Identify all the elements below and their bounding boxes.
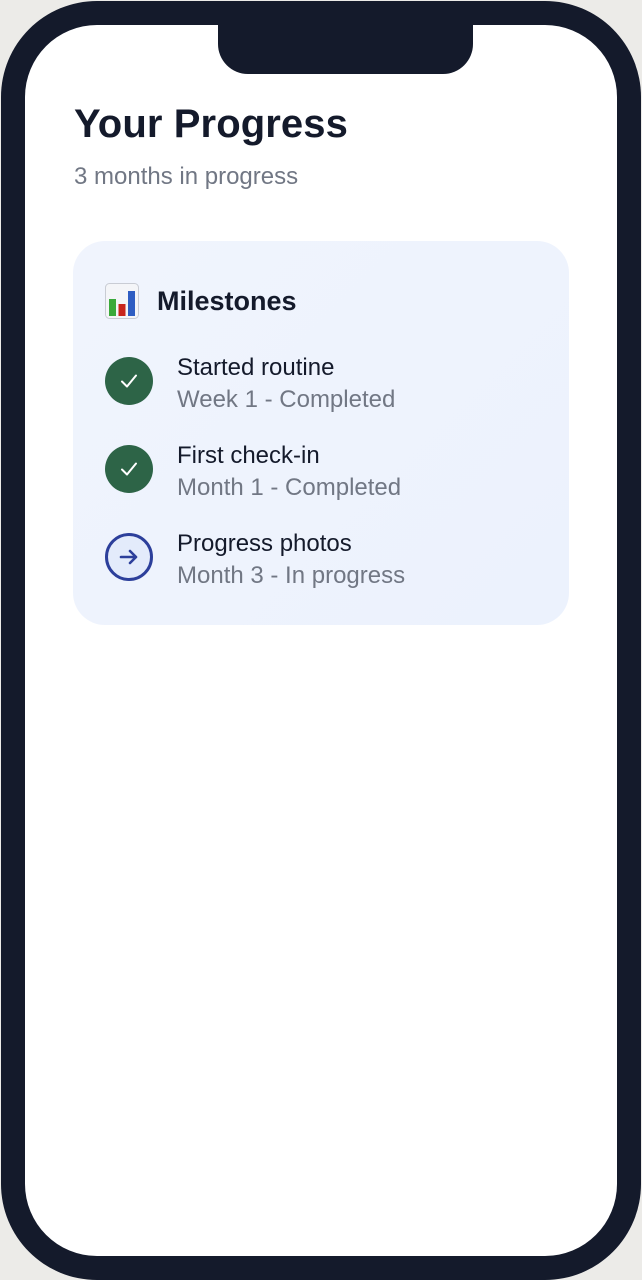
phone-frame: Your Progress 3 months in progress Miles… xyxy=(1,1,641,1280)
milestone-status: Month 3 - In progress xyxy=(177,562,406,589)
milestone-status: Month 1 - Completed xyxy=(177,474,402,501)
milestones-card: Milestones Started routine Week 1 - Comp… xyxy=(73,241,569,625)
milestone-label: Started routine xyxy=(177,354,335,381)
bar-chart-icon xyxy=(105,283,139,319)
milestone-item: First check-in Month 1 - Completed xyxy=(105,442,545,509)
page-subtitle: 3 months in progress xyxy=(74,163,299,190)
completed-status-icon xyxy=(105,445,153,493)
milestone-item: Started routine Week 1 - Completed xyxy=(105,354,545,421)
milestones-title: Milestones xyxy=(157,285,297,316)
check-icon xyxy=(121,462,137,476)
check-icon xyxy=(121,374,137,388)
completed-status-icon xyxy=(105,357,153,405)
in-progress-status-icon xyxy=(105,533,153,581)
arrow-right-icon xyxy=(119,549,138,565)
milestones-header: Milestones xyxy=(105,283,297,319)
milestone-status: Week 1 - Completed xyxy=(177,386,396,413)
notch xyxy=(218,25,473,74)
page-title: Your Progress xyxy=(74,102,348,146)
screen: Your Progress 3 months in progress Miles… xyxy=(25,25,617,1256)
milestone-item: Progress photos Month 3 - In progress xyxy=(105,530,545,597)
milestone-label: First check-in xyxy=(177,442,320,469)
milestone-label: Progress photos xyxy=(177,530,352,557)
